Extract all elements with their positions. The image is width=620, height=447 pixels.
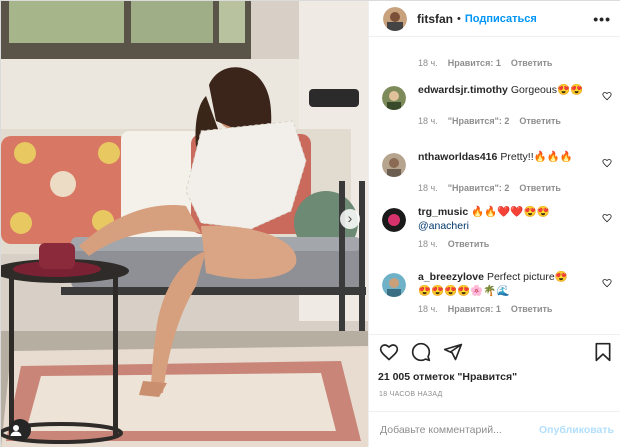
comment-likes[interactable]: Нравится: 1 [448,304,501,314]
comment-body: trg_music 🔥🔥❤️❤️😍😍 @anacheri [418,205,588,233]
comment-time: 18 ч. [418,116,438,126]
reply-link[interactable]: Ответить [519,183,561,193]
heart-icon[interactable] [602,213,612,223]
comment-likes[interactable]: "Нравится": 2 [448,116,510,126]
heart-icon[interactable] [602,91,612,101]
comment-text: 🔥🔥❤️❤️😍😍 [471,206,550,218]
comment-meta: 18 ч. Ответить [418,239,612,249]
comment-text-continued: 😍😍😍😍🌸🌴🌊 [418,285,510,297]
comment-text: Pretty!!🔥🔥🔥 [500,151,573,163]
caption-meta: 18 ч. Нравится: 1 Ответить [418,58,552,68]
add-comment-bar: Опубликовать [369,411,620,447]
list-item: edwardsjr.timothy Gorgeous😍😍 18 ч. "Нрави… [382,83,612,126]
post-photo[interactable]: › [1,1,368,447]
comment-username[interactable]: a_breezylove [418,271,484,283]
comment-body: a_breezylove Perfect picture😍 😍😍😍😍🌸🌴🌊 [418,270,588,298]
post-dialog: › fitsfan • Подписаться ••• 18 ч. Нравит… [0,0,620,447]
comment-text: Perfect picture😍 [486,271,568,283]
comment-icon[interactable] [411,342,431,362]
post-timestamp: 18 ЧАСОВ НАЗАД [379,391,443,398]
share-icon[interactable] [443,342,463,362]
post-header: fitsfan • Подписаться ••• [369,1,620,37]
comment-username[interactable]: trg_music [418,206,468,218]
heart-icon[interactable] [602,158,612,168]
heart-icon[interactable] [379,342,399,362]
user-tag-icon[interactable] [9,419,31,441]
reply-link[interactable]: Ответить [511,304,553,314]
heart-icon[interactable] [602,278,612,288]
comment-meta: 18 ч. "Нравится": 2 Ответить [418,116,612,126]
comment-body: edwardsjr.timothy Gorgeous😍😍 [418,83,588,97]
list-item: nthaworldas416 Pretty!!🔥🔥🔥 18 ч. "Нравитс… [382,150,612,193]
comments-list: 18 ч. Нравится: 1 Ответить edwardsjr.tim… [369,38,620,331]
more-dots-icon[interactable]: ••• [593,11,611,27]
photo-illustration [1,1,368,447]
next-photo-button[interactable]: › [340,209,360,229]
likes-count[interactable]: 21 005 отметок "Нравится" [378,371,517,383]
avatar[interactable] [382,86,406,110]
avatar[interactable] [382,273,406,297]
comment-likes[interactable]: "Нравится": 2 [448,183,510,193]
mention-link[interactable]: @anacheri [418,220,469,232]
post-side-panel: fitsfan • Подписаться ••• 18 ч. Нравится… [368,1,620,447]
publish-button[interactable]: Опубликовать [539,424,614,436]
avatar[interactable] [382,208,406,232]
comment-input[interactable] [380,424,540,436]
comment-text: Gorgeous😍😍 [510,84,584,96]
reply-link[interactable]: Ответить [511,58,553,68]
bookmark-icon[interactable] [593,342,613,362]
comment-time: 18 ч. [418,58,438,68]
comment-time: 18 ч. [418,239,438,249]
comment-body: nthaworldas416 Pretty!!🔥🔥🔥 [418,150,588,164]
comment-time: 18 ч. [418,183,438,193]
avatar[interactable] [382,153,406,177]
comment-username[interactable]: nthaworldas416 [418,151,497,163]
reply-link[interactable]: Ответить [519,116,561,126]
avatar[interactable] [383,6,407,31]
reply-link[interactable]: Ответить [448,239,490,249]
comment-likes[interactable]: Нравится: 1 [448,58,501,68]
comment-meta: 18 ч. Нравится: 1 Ответить [418,304,612,314]
comment-time: 18 ч. [418,304,438,314]
separator-dot: • [457,12,461,25]
comment-meta: 18 ч. "Нравится": 2 Ответить [418,183,612,193]
follow-button[interactable]: Подписаться [465,13,537,25]
post-username[interactable]: fitsfan [417,12,453,26]
comment-username[interactable]: edwardsjr.timothy [418,84,508,96]
list-item: trg_music 🔥🔥❤️❤️😍😍 @anacheri 18 ч. Ответи… [382,205,612,249]
list-item: a_breezylove Perfect picture😍 😍😍😍😍🌸🌴🌊 18 … [382,270,612,314]
action-bar [369,334,620,370]
